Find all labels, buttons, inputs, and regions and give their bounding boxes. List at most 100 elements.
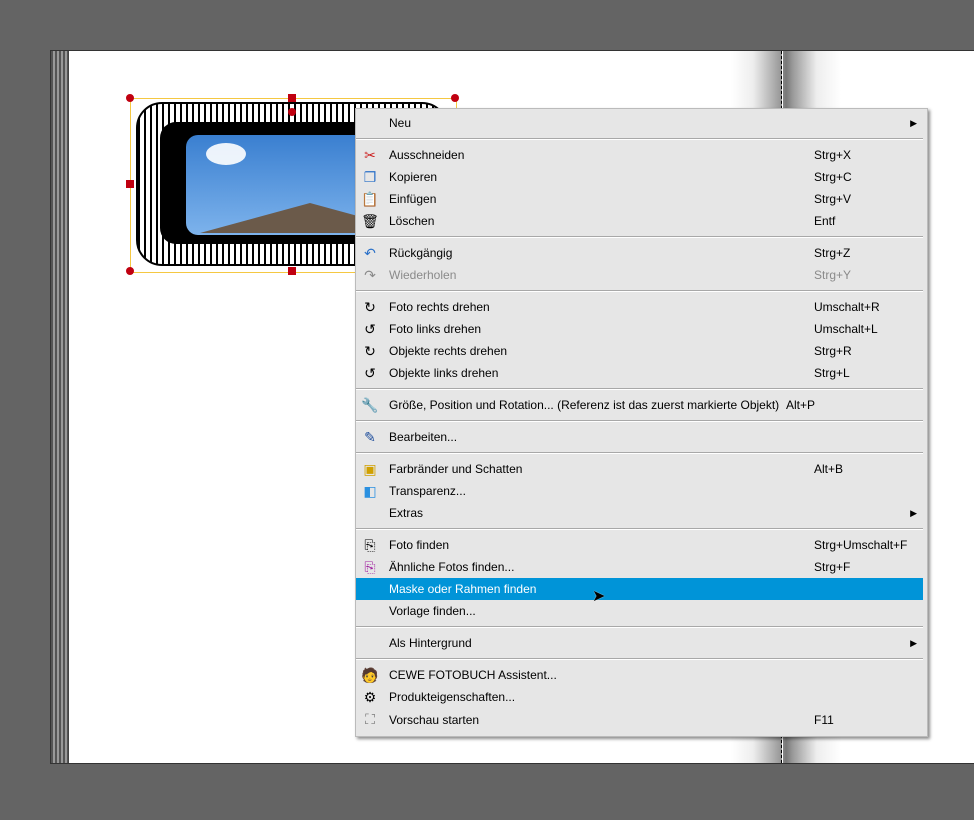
label: Objekte rechts drehen [389,344,508,358]
label: Objekte links drehen [389,366,499,380]
shortcut: Umschalt+L [814,322,878,336]
menu-item-photo-left[interactable]: ↺ Foto links drehen Umschalt+L [356,318,927,340]
resize-handle-t[interactable] [288,94,296,102]
shortcut: Entf [814,214,836,228]
label: Farbränder und Schatten [389,462,523,476]
menu-item-objects-left[interactable]: ↺ Objekte links drehen Strg+L [356,362,927,384]
menu-item-assistant[interactable]: 🧑 CEWE FOTOBUCH Assistent... [356,664,927,686]
menu-item-redo[interactable]: ↷ Wiederholen Strg+Y [356,264,927,286]
copy-icon: ❐ [363,169,377,185]
menu-item-preview[interactable]: ⛶ Vorschau starten F11 [356,708,927,732]
separator [356,388,923,390]
shortcut: Strg+R [814,344,852,358]
mouse-cursor-icon: ➤ [592,588,606,605]
rotate-right-icon: ↻ [364,343,376,359]
menu-item-neu[interactable]: Neu ▶ [356,112,927,134]
label: Ausschneiden [389,148,465,162]
label: Als Hintergrund [389,636,472,650]
menu-item-cut[interactable]: ✂ Ausschneiden Strg+X [356,144,927,166]
submenu-arrow-icon: ▶ [910,118,917,128]
separator [356,420,923,422]
gear-icon: ⚙ [363,689,377,705]
shortcut: Strg+Z [814,246,851,260]
label: Rückgängig [389,246,453,260]
label: Einfügen [389,192,437,206]
submenu-arrow-icon: ▶ [910,638,917,648]
trash-icon: 🗑 [361,213,379,229]
label: Produkteigenschaften... [389,690,516,704]
label: Bearbeiten... [389,430,458,444]
label: Transparenz... [389,484,466,498]
resize-handle-tr[interactable] [451,94,459,102]
shortcut: Strg+F [814,560,851,574]
rotate-left-icon: ↺ [364,321,376,337]
label: Vorlage finden... [389,604,476,618]
scissors-icon: ✂ [364,147,376,163]
label: Maske oder Rahmen finden [389,582,537,596]
shortcut: Strg+V [814,192,852,206]
resize-handle-bl[interactable] [126,267,134,275]
resize-handle-l[interactable] [126,180,134,188]
shortcut: Strg+Umschalt+F [814,538,908,552]
rotate-handle[interactable] [288,108,296,116]
label: Vorschau starten [389,713,480,727]
menu-item-copy[interactable]: ❐ Kopieren Strg+C [356,166,927,188]
paste-icon: 📋 [361,191,379,207]
separator [356,658,923,660]
separator [356,528,923,530]
menu-item-delete[interactable]: 🗑 Löschen Entf [356,210,927,232]
separator [356,138,923,140]
menu-item-as-background[interactable]: Als Hintergrund ▶ [356,632,927,654]
menu-item-edit[interactable]: ✎ Bearbeiten... [356,426,927,448]
label: Kopieren [389,170,438,184]
label: Foto links drehen [389,322,482,336]
shortcut: Strg+X [814,148,852,162]
book-binding [51,51,69,763]
shortcut: Alt+B [814,462,844,476]
wrench-icon: 🔧 [361,397,379,413]
menu-item-transparency[interactable]: ◧ Transparenz... [356,480,927,502]
menu-item-find-mask[interactable]: Maske oder Rahmen finden [356,578,923,600]
redo-icon: ↷ [364,267,376,283]
shortcut: Strg+C [814,170,852,184]
separator [356,452,923,454]
separator [356,236,923,238]
undo-icon: ↶ [364,245,376,261]
menu-item-find-template[interactable]: Vorlage finden... [356,600,927,622]
shortcut: Strg+Y [814,268,852,282]
label: Extras [389,506,424,520]
submenu-arrow-icon: ▶ [910,508,917,518]
menu-item-photo-right[interactable]: ↻ Foto rechts drehen Umschalt+R [356,296,927,318]
shortcut: Strg+L [814,366,850,380]
resize-handle-b[interactable] [288,267,296,275]
separator [356,626,923,628]
similar-photos-icon: ⎘ [364,559,376,575]
shortcut: Umschalt+R [814,300,880,314]
label: Foto rechts drehen [389,300,490,314]
menu-item-size-position[interactable]: 🔧 Größe, Position und Rotation... (Refere… [356,394,927,416]
context-menu: Neu ▶ ✂ Ausschneiden Strg+X ❐ Kopieren Strg+C… [355,108,928,737]
border-shadow-icon: ▣ [363,461,377,477]
separator [356,290,923,292]
fullscreen-icon: ⛶ [365,711,375,727]
resize-handle-tl[interactable] [126,94,134,102]
menu-item-find-photo[interactable]: ⎘ Foto finden Strg+Umschalt+F [356,534,927,556]
menu-item-paste[interactable]: 📋 Einfügen Strg+V [356,188,927,210]
label: Foto finden [389,538,450,552]
menu-item-extras[interactable]: Extras ▶ [356,502,927,524]
shortcut: F11 [814,713,834,727]
menu-item-undo[interactable]: ↶ Rückgängig Strg+Z [356,242,927,264]
label: Neu [389,116,412,130]
assistant-avatar-icon: 🧑 [361,667,379,683]
menu-item-borders[interactable]: ▣ Farbränder und Schatten Alt+B [356,458,927,480]
label: CEWE FOTOBUCH Assistent... [389,668,557,682]
menu-item-properties[interactable]: ⚙ Produkteigenschaften... [356,686,927,708]
rotate-left-icon: ↺ [364,365,376,381]
menu-item-similar-photos[interactable]: ⎘ Ähnliche Fotos finden... Strg+F [356,556,927,578]
edit-icon: ✎ [364,429,376,445]
menu-item-objects-right[interactable]: ↻ Objekte rechts drehen Strg+R [356,340,927,362]
rotate-right-icon: ↻ [364,299,376,315]
transparency-icon: ◧ [363,483,377,499]
label: Ähnliche Fotos finden... [389,560,515,574]
find-photo-icon: ⎘ [364,537,376,553]
